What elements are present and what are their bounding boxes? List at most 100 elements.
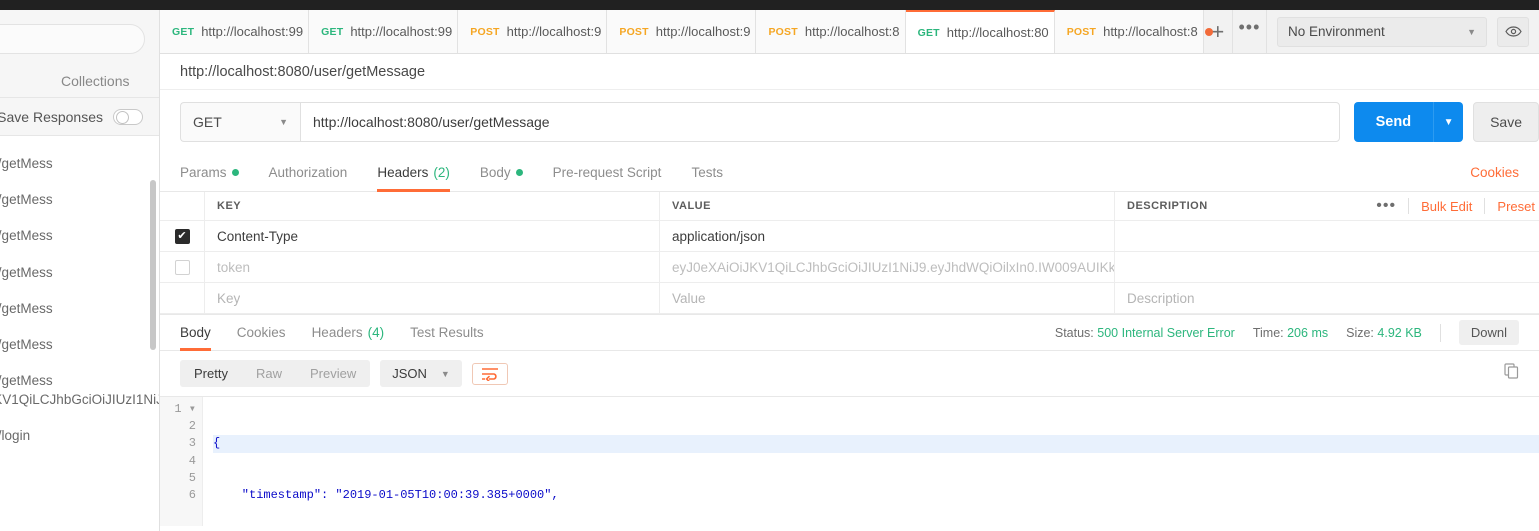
- sidebar-tab-history[interactable]: History: [0, 73, 32, 97]
- tab-label: Body: [479, 165, 511, 180]
- tab-headers[interactable]: Headers (2): [377, 154, 450, 192]
- table-row[interactable]: ✔ Content-Type application/json: [160, 221, 1539, 252]
- modified-dot-icon: [515, 169, 523, 176]
- code-line: {: [213, 435, 1539, 453]
- view-mode-preview[interactable]: Preview: [296, 360, 370, 387]
- request-name: http://localhost:8080/user/getMessage: [160, 54, 1539, 90]
- tab-tests[interactable]: Tests: [691, 154, 723, 192]
- response-body-code[interactable]: { "timestamp": "2019-01-05T10:00:39.385+…: [203, 397, 1539, 526]
- row-checkbox-cell: ✔: [160, 221, 205, 251]
- format-select[interactable]: JSON ▼: [380, 360, 462, 387]
- row-key-cell[interactable]: Content-Type: [205, 221, 660, 251]
- send-group: Send ▼: [1353, 102, 1464, 142]
- send-button[interactable]: Send: [1353, 102, 1434, 142]
- response-tabs: Body Cookies Headers (4) Test Results St…: [160, 315, 1539, 351]
- history-url: ost:8080/user/getMess: [0, 337, 53, 353]
- table-row-empty[interactable]: Key Value Description: [160, 283, 1539, 314]
- response-tab-cookies[interactable]: Cookies: [237, 315, 286, 351]
- status-badge: 500 Internal Server Error: [1097, 325, 1235, 340]
- environment-select[interactable]: No Environment ▼: [1277, 16, 1487, 47]
- list-item[interactable]: ost:8080/user/getMess: [0, 218, 159, 254]
- response-meta: Status: 500 Internal Server Error Time: …: [1055, 320, 1519, 345]
- response-body-viewer[interactable]: 1 ▾ 2 3 4 5 6 { "timestamp": "2019-01-05…: [160, 396, 1539, 526]
- save-responses-toggle[interactable]: [113, 108, 143, 125]
- tab-params[interactable]: Params: [180, 154, 239, 192]
- request-tab[interactable]: GET http://localhost:99: [309, 10, 468, 53]
- history-url: ost:8080/user/getMess: [0, 373, 53, 389]
- tab-count: (2): [433, 165, 450, 180]
- modified-dot-icon: [231, 169, 239, 176]
- save-responses-label: Save Responses: [0, 108, 103, 125]
- cookies-link[interactable]: Cookies: [1470, 165, 1519, 180]
- sidebar-search-input[interactable]: [0, 24, 145, 54]
- save-responses-row: Save Responses: [0, 98, 159, 136]
- request-tab[interactable]: POST http://localhost:8: [756, 10, 915, 53]
- row-value-cell[interactable]: application/json: [660, 221, 1115, 251]
- tab-label: http://localhost:8: [804, 24, 900, 39]
- tab-label: Tests: [691, 165, 723, 180]
- new-value-input[interactable]: Value: [660, 283, 1115, 313]
- presets-link[interactable]: Preset: [1497, 199, 1535, 214]
- row-checkbox[interactable]: ✔: [174, 228, 190, 244]
- eye-icon[interactable]: [1497, 16, 1529, 47]
- view-mode-raw[interactable]: Raw: [242, 360, 296, 387]
- environment-area: No Environment ▼: [1267, 10, 1539, 53]
- sidebar-scrollbar[interactable]: [150, 180, 156, 350]
- method-select[interactable]: GET ▼: [180, 102, 300, 142]
- history-url: ost:8080/user/login: [0, 427, 31, 443]
- send-options-icon[interactable]: ▼: [1433, 102, 1464, 142]
- row-checkbox[interactable]: [174, 259, 190, 275]
- list-item[interactable]: ost:8080/user/getMess eyJ0eXAiOiJKV1QiLC…: [0, 363, 159, 417]
- row-value-cell[interactable]: eyJ0eXAiOiJKV1QiLCJhbGciOiJIUzI1NiJ9.eyJ…: [660, 252, 1115, 282]
- tab-authorization[interactable]: Authorization: [269, 154, 348, 192]
- tab-pre-request-script[interactable]: Pre-request Script: [553, 154, 662, 192]
- sidebar: History Collections Save Responses ost:8…: [0, 10, 160, 531]
- request-tab[interactable]: POST http://localhost:9: [607, 10, 766, 53]
- list-item[interactable]: ost:8080/user/login: [0, 418, 159, 454]
- tab-label: Authorization: [268, 165, 348, 180]
- row-key-cell[interactable]: token: [205, 252, 660, 282]
- table-row[interactable]: token eyJ0eXAiOiJKV1QiLCJhbGciOiJIUzI1Ni…: [160, 252, 1539, 283]
- new-key-input[interactable]: Key: [205, 283, 660, 313]
- history-url: ost:8080/user/getMess: [0, 264, 53, 280]
- url-input[interactable]: http://localhost:8080/user/getMessage: [300, 102, 1340, 142]
- request-tab[interactable]: POST http://localhost:8: [1054, 10, 1213, 53]
- fold-icon: ▾: [188, 402, 196, 416]
- list-item[interactable]: ost:8080/user/getMess: [0, 182, 159, 218]
- save-button[interactable]: Save: [1473, 102, 1539, 142]
- copy-icon[interactable]: [1504, 363, 1519, 384]
- chevron-down-icon: ▼: [440, 368, 450, 379]
- table-more-icon[interactable]: •••: [1376, 197, 1396, 215]
- response-tab-test-results[interactable]: Test Results: [410, 315, 484, 351]
- tab-count: (4): [367, 325, 385, 340]
- response-tab-headers[interactable]: Headers (4): [312, 315, 385, 351]
- postman-window: History Collections Save Responses ost:8…: [0, 0, 1539, 531]
- sidebar-tab-collections[interactable]: Collections: [32, 73, 160, 97]
- download-button[interactable]: Downl: [1458, 320, 1519, 345]
- request-tab[interactable]: POST http://localhost:9: [458, 10, 617, 53]
- request-tab[interactable]: GET http://localhost:99: [160, 10, 319, 53]
- wrap-lines-icon[interactable]: [471, 362, 508, 385]
- new-description-input[interactable]: Description: [1115, 283, 1539, 313]
- tab-label: Test Results: [410, 325, 484, 340]
- tab-label: http://localhost:99: [350, 24, 453, 39]
- response-tab-body[interactable]: Body: [180, 315, 211, 351]
- tabs-more-icon[interactable]: •••: [1232, 10, 1267, 53]
- list-item[interactable]: ost:8080/user/getMess: [0, 327, 159, 363]
- history-url: ost:8080/user/getMess: [0, 228, 53, 244]
- row-description-cell[interactable]: [1115, 221, 1539, 251]
- response-view-toolbar: Pretty Raw Preview JSON ▼: [160, 351, 1539, 396]
- divider: [1439, 323, 1441, 342]
- row-description-cell[interactable]: [1115, 252, 1539, 282]
- tab-method: GET: [172, 25, 195, 38]
- list-item[interactable]: ost:8080/user/getMess: [0, 291, 159, 327]
- list-item[interactable]: ost:8080/user/getMess: [0, 146, 159, 182]
- tab-body[interactable]: Body: [480, 154, 523, 192]
- request-tab-active[interactable]: GET http://localhost:80: [905, 10, 1064, 53]
- bulk-edit-link[interactable]: Bulk Edit: [1421, 199, 1472, 214]
- view-mode-pretty[interactable]: Pretty: [180, 360, 242, 387]
- status-group: Status: 500 Internal Server Error: [1055, 326, 1235, 340]
- tab-method: POST: [470, 25, 500, 38]
- list-item[interactable]: ost:8080/user/getMess: [0, 255, 159, 291]
- tab-label: Cookies: [236, 325, 286, 340]
